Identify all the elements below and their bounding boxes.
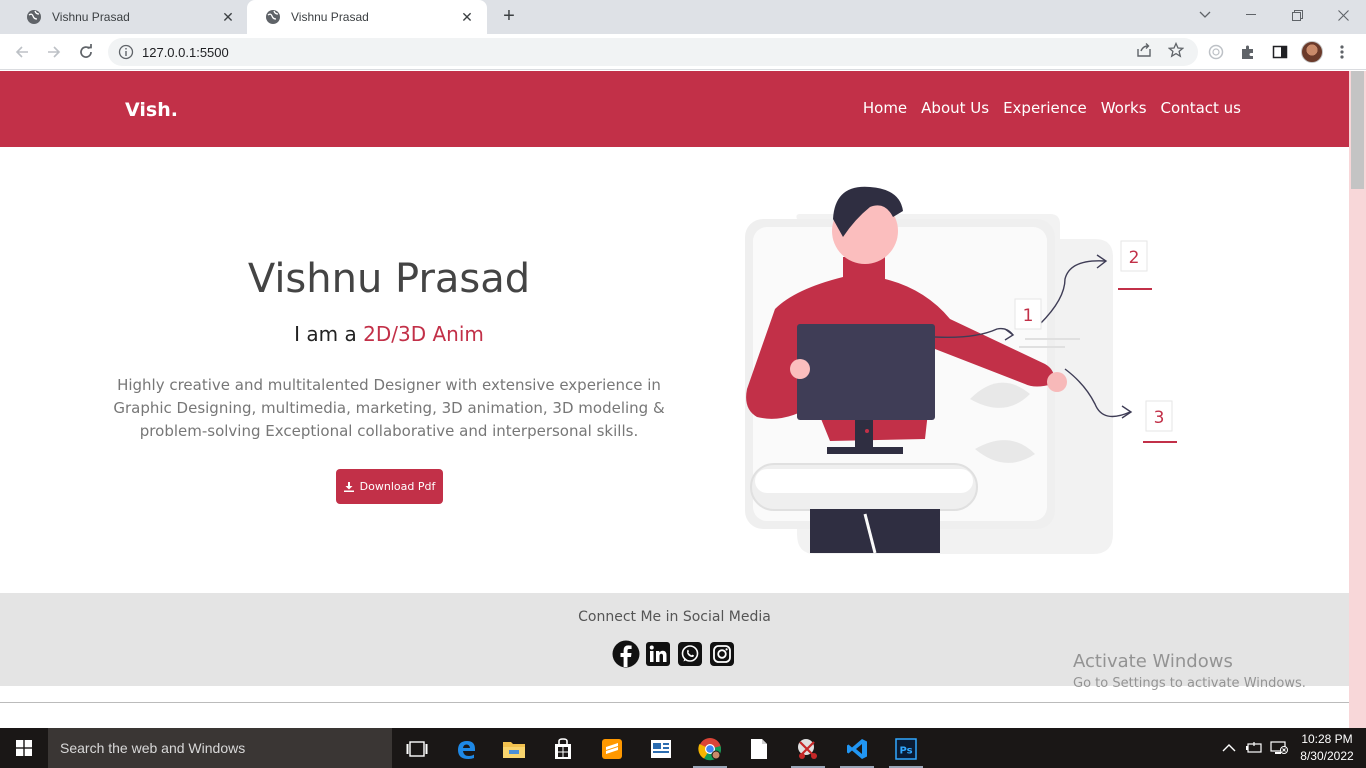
photoshop-icon[interactable]: Ps bbox=[883, 732, 929, 768]
download-label: Download Pdf bbox=[359, 480, 436, 493]
vscode-icon[interactable] bbox=[834, 732, 880, 768]
bookmark-star-icon[interactable] bbox=[1166, 40, 1186, 60]
extension-circle-icon[interactable] bbox=[1206, 42, 1226, 62]
hero-role: I am a 2D/3D Anim bbox=[0, 322, 778, 346]
linkedin-icon[interactable] bbox=[644, 640, 672, 668]
download-pdf-button[interactable]: Download Pdf bbox=[336, 469, 443, 504]
tab-title: Vishnu Prasad bbox=[291, 10, 369, 24]
svg-text:Ps: Ps bbox=[899, 746, 912, 757]
globe-icon bbox=[266, 10, 280, 24]
tab-active[interactable]: Vishnu Prasad ✕ bbox=[247, 0, 487, 34]
task-view-icon[interactable] bbox=[394, 732, 440, 766]
browser-tab-strip: Vishnu Prasad ✕ Vishnu Prasad ✕ + bbox=[0, 0, 1366, 34]
kebab-menu-icon[interactable] bbox=[1332, 42, 1352, 62]
instagram-icon[interactable] bbox=[708, 640, 736, 668]
forward-arrow-icon[interactable] bbox=[44, 42, 64, 62]
chrome-icon[interactable] bbox=[687, 732, 733, 768]
url-text: 127.0.0.1:5500 bbox=[142, 44, 229, 60]
address-bar[interactable]: 127.0.0.1:5500 bbox=[108, 38, 1198, 66]
document-icon[interactable] bbox=[736, 732, 782, 766]
watermark-line-2: Go to Settings to activate Windows. bbox=[1073, 676, 1306, 691]
hero-description: Highly creative and multitalented Design… bbox=[113, 376, 665, 440]
clock-time: 10:28 PM bbox=[1301, 732, 1353, 746]
restore-icon[interactable] bbox=[1274, 0, 1320, 30]
share-icon[interactable] bbox=[1134, 40, 1154, 60]
nav-home[interactable]: Home bbox=[863, 99, 907, 117]
step-label-2: 2 bbox=[1129, 248, 1140, 268]
close-tab-icon[interactable]: ✕ bbox=[459, 9, 475, 25]
reload-icon[interactable] bbox=[76, 42, 96, 62]
site-header: Vish. Home About Us Experience Works Con… bbox=[0, 71, 1349, 147]
file-explorer-icon[interactable] bbox=[491, 732, 537, 766]
edge-browser-icon[interactable] bbox=[443, 732, 489, 766]
snipping-tool-icon[interactable] bbox=[785, 732, 831, 768]
new-tab-button[interactable]: + bbox=[498, 6, 520, 28]
tray-chevron-up-icon[interactable] bbox=[1222, 728, 1236, 768]
globe-icon bbox=[27, 10, 41, 24]
search-placeholder: Search the web and Windows bbox=[60, 740, 246, 756]
back-arrow-icon[interactable] bbox=[12, 42, 32, 62]
step-label-1: 1 bbox=[1023, 306, 1034, 326]
side-panel-icon[interactable] bbox=[1270, 42, 1290, 62]
page-scrollbar-thumb[interactable] bbox=[1351, 71, 1364, 189]
activate-windows-watermark: Activate Windows Go to Settings to activ… bbox=[1073, 651, 1306, 691]
step-label-3: 3 bbox=[1154, 408, 1165, 428]
clock-date: 8/30/2022 bbox=[1300, 749, 1354, 763]
role-prefix: I am a bbox=[294, 322, 364, 346]
browser-toolbar: 127.0.0.1:5500 bbox=[0, 34, 1366, 70]
windows-start-icon[interactable] bbox=[0, 728, 48, 768]
facebook-icon[interactable] bbox=[612, 640, 640, 668]
whatsapp-icon[interactable] bbox=[676, 640, 704, 668]
tab-inactive[interactable]: Vishnu Prasad ✕ bbox=[8, 0, 248, 34]
windows-taskbar: Search the web and Windows Ps 10:28 PM 8… bbox=[0, 728, 1366, 768]
role-typed-text: 2D/3D Anim bbox=[363, 322, 484, 346]
page-viewport: Vish. Home About Us Experience Works Con… bbox=[0, 71, 1349, 728]
taskbar-clock[interactable]: 10:28 PM 8/30/2022 bbox=[1296, 731, 1358, 765]
nav-experience[interactable]: Experience bbox=[1003, 99, 1087, 117]
footer-divider bbox=[0, 702, 1349, 703]
close-tab-icon[interactable]: ✕ bbox=[220, 9, 236, 25]
power-battery-icon[interactable] bbox=[1245, 728, 1263, 768]
extensions-puzzle-icon[interactable] bbox=[1238, 42, 1258, 62]
taskbar-search-input[interactable]: Search the web and Windows bbox=[48, 728, 392, 768]
info-icon[interactable] bbox=[118, 44, 134, 60]
chevron-down-icon[interactable] bbox=[1182, 0, 1228, 30]
watermark-line-1: Activate Windows bbox=[1073, 651, 1233, 672]
minimize-icon[interactable] bbox=[1228, 0, 1274, 30]
nav-about-us[interactable]: About Us bbox=[921, 99, 989, 117]
hero-name: Vishnu Prasad bbox=[247, 256, 531, 302]
hero-illustration: 1 2 3 bbox=[745, 186, 1177, 554]
nav-contact-us[interactable]: Contact us bbox=[1161, 99, 1241, 117]
news-app-icon[interactable] bbox=[638, 732, 684, 766]
nav-works[interactable]: Works bbox=[1101, 99, 1147, 117]
site-logo[interactable]: Vish. bbox=[125, 99, 178, 121]
download-icon bbox=[343, 481, 354, 492]
close-window-icon[interactable] bbox=[1320, 0, 1366, 30]
profile-avatar[interactable] bbox=[1301, 41, 1323, 63]
tab-title: Vishnu Prasad bbox=[52, 10, 130, 24]
store-icon[interactable] bbox=[540, 732, 586, 766]
main-nav: Home About Us Experience Works Contact u… bbox=[863, 99, 1241, 117]
sublime-text-icon[interactable] bbox=[589, 732, 635, 766]
network-icon[interactable] bbox=[1270, 728, 1288, 768]
social-icons bbox=[612, 640, 736, 668]
social-title: Connect Me in Social Media bbox=[578, 609, 771, 625]
